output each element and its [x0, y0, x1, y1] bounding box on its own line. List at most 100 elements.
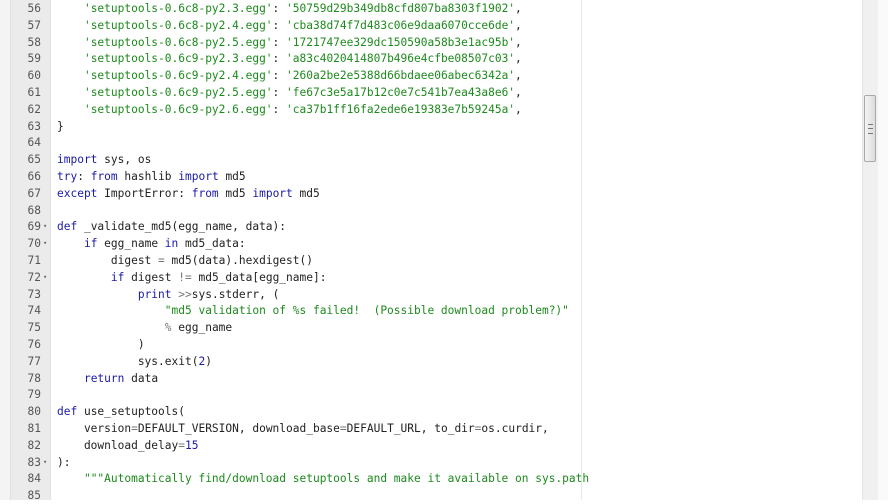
string-token: '1721747ee329dc150590a58b3e1ac95b' [286, 35, 516, 49]
number-token: 15 [185, 438, 199, 452]
code-text: def _validate_md5(egg_name, data): [57, 218, 286, 235]
fold-arrow-icon[interactable]: ▾ [43, 235, 49, 252]
line-number: 72 [27, 270, 41, 284]
string-token: 'fe67c3e5a17b12c0e7c541b7ea43a8e6' [286, 86, 516, 99]
line-number: 79 [27, 388, 41, 402]
code-token: : [272, 69, 287, 83]
code-token: sys, os [97, 153, 152, 167]
line-number: 75 [27, 321, 41, 335]
line-number: 64 [27, 136, 41, 150]
line-number: 77 [27, 354, 41, 368]
code-text: ) [57, 336, 145, 353]
code-token: : [77, 170, 91, 183]
string-token: 'cba38d74f7d483c06e9daa6070cce6de' [286, 18, 516, 32]
line-number: 57 [27, 18, 41, 32]
code-text: def use_setuptools( [57, 403, 185, 420]
scrollbar-thumb[interactable] [864, 94, 876, 162]
code-text: try: from hashlib import md5 [57, 168, 246, 185]
operator-token: = [158, 254, 165, 267]
code-token: ) [205, 354, 212, 368]
line-number: 73 [27, 287, 41, 301]
keyword-token: def [57, 405, 78, 419]
code-token: download_delay [57, 438, 179, 452]
code-text: % egg_name [57, 319, 232, 336]
string-token: 'setuptools-0.6c9-py2.5.egg' [83, 86, 273, 99]
code-text: 'setuptools-0.6c9-py2.3.egg': 'a83c40204… [57, 50, 522, 67]
string-token: """Automatically find/download setuptool… [83, 472, 590, 486]
line-number: 60 [27, 69, 41, 83]
code-text: digest = md5(data).hexdigest() [57, 252, 313, 269]
print-margin [581, 0, 582, 500]
code-text: 'setuptools-0.6c8-py2.5.egg': '1721747ee… [57, 34, 522, 51]
line-number: 69 [27, 220, 41, 234]
line-number: 76 [27, 338, 41, 351]
operator-token: = [131, 422, 138, 435]
keyword-token: if [83, 237, 98, 251]
code-token: md5_data: [178, 237, 246, 251]
string-token: 'setuptools-0.6c9-py2.3.egg' [83, 52, 273, 66]
fold-arrow-icon[interactable]: ▾ [43, 218, 49, 235]
fold-arrow-icon[interactable]: ▾ [43, 454, 49, 471]
keyword-token: from [90, 170, 118, 183]
line-number: 85 [27, 489, 41, 503]
code-token: md5(data).hexdigest() [164, 254, 313, 267]
string-token: '50759d29b349db8cfd807ba8303f1902' [286, 2, 516, 15]
line-number: 63 [27, 119, 41, 133]
code-token: egg_name [97, 237, 165, 251]
vertical-scrollbar[interactable] [862, 0, 878, 500]
code-token: sys.exit( [57, 354, 199, 368]
code-text: } [57, 118, 64, 135]
operator-token: % [164, 321, 172, 335]
code-token: : [272, 86, 287, 99]
string-token: 'setuptools-0.6c8-py2.4.egg' [83, 18, 273, 32]
keyword-token: try [57, 170, 78, 183]
code-token: _validate_md5(egg_name, data): [77, 220, 287, 234]
code-text: 'setuptools-0.6c8-py2.4.egg': 'cba38d74f… [57, 17, 522, 34]
line-number: 58 [27, 35, 41, 49]
string-token: 'ca37b1ff16fa2ede6e19383e7b59245a' [286, 102, 516, 116]
grip-icon [868, 123, 873, 134]
code-token: ) [57, 338, 145, 351]
line-number: 68 [27, 203, 41, 217]
line-number: 65 [27, 153, 41, 167]
code-text: "md5 validation of %s failed! (Possible … [57, 302, 569, 319]
code-token: : [272, 2, 287, 15]
line-number: 59 [27, 52, 41, 66]
code-token: : [272, 35, 287, 49]
fold-arrow-icon[interactable]: ▾ [43, 269, 49, 286]
code-editor[interactable]: 56 'setuptools-0.6c8-py2.3.egg': '50759d… [0, 0, 862, 502]
code-text: 'setuptools-0.6c9-py2.6.egg': 'ca37b1ff1… [57, 101, 522, 118]
line-number: 83 [27, 455, 41, 469]
code-token: md5 [218, 186, 253, 200]
code-token: , [515, 35, 522, 49]
code-text: download_delay=15 [57, 437, 199, 454]
line-number: 74 [27, 304, 41, 318]
keyword-token: except [57, 186, 98, 200]
code-text: sys.exit(2) [57, 353, 212, 370]
code-token: , [515, 102, 522, 116]
line-number: 66 [27, 170, 41, 183]
line-number: 82 [27, 438, 41, 452]
line-number: 80 [27, 405, 41, 419]
code-token: , [515, 69, 522, 83]
string-token: 'setuptools-0.6c8-py2.3.egg' [83, 2, 273, 15]
code-text: if egg_name in md5_data: [57, 235, 246, 252]
code-token: use_setuptools( [77, 405, 185, 419]
string-token: "md5 validation of %s failed! (Possible … [164, 304, 569, 318]
line-number: 78 [27, 371, 41, 385]
code-text: import sys, os [57, 151, 151, 168]
code-token: data [124, 371, 159, 385]
keyword-token: if [110, 270, 125, 284]
string-token: '260a2be2e5388d66bdaee06abec6342a' [286, 69, 516, 83]
code-token: DEFAULT_URL, to_dir [346, 422, 475, 435]
code-text: 'setuptools-0.6c9-py2.5.egg': 'fe67c3e5a… [57, 84, 522, 101]
